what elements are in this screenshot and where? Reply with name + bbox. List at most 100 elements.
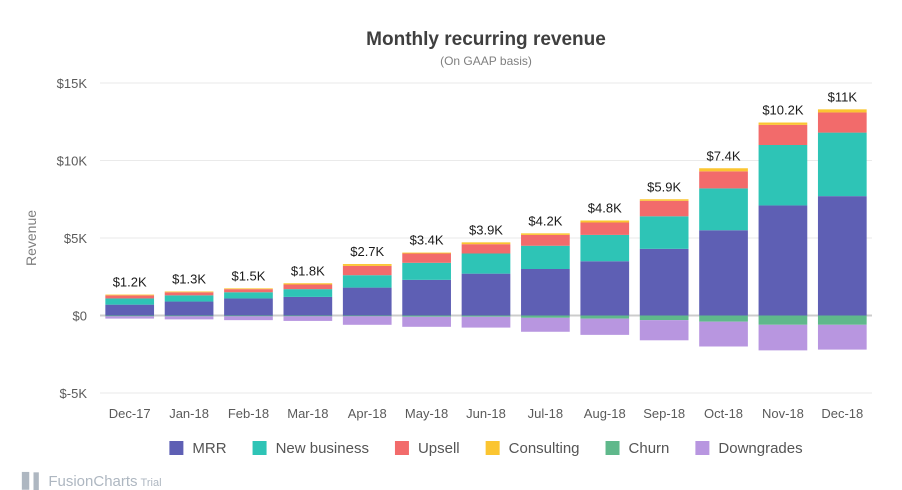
bar-segment[interactable] (580, 318, 630, 335)
total-label: $3.9K (469, 222, 503, 237)
bar-segment[interactable] (283, 315, 333, 317)
bar-segment[interactable] (817, 132, 867, 197)
bar-segment[interactable] (521, 315, 570, 318)
bar-segment[interactable] (283, 296, 333, 316)
bar-segment[interactable] (164, 295, 214, 302)
bar-segment[interactable] (758, 315, 808, 325)
bar-segment[interactable] (283, 316, 333, 321)
bar-segment[interactable] (521, 245, 570, 269)
total-label: $4.2K (528, 213, 562, 228)
x-tick-label: Nov-18 (762, 406, 804, 421)
bar-segment[interactable] (283, 289, 333, 297)
bar-segment[interactable] (402, 315, 451, 317)
legend-item[interactable]: New business (252, 440, 369, 457)
bar-segment[interactable] (164, 315, 214, 317)
bar-segment[interactable] (224, 298, 273, 316)
bar-segment[interactable] (224, 292, 273, 299)
bar-segment[interactable] (342, 265, 392, 276)
bar-segment[interactable] (224, 288, 273, 290)
legend-item[interactable]: Downgrades (695, 440, 803, 457)
bar-segment[interactable] (580, 222, 630, 235)
bar-segment[interactable] (402, 279, 451, 316)
legend-label: Consulting (509, 440, 580, 457)
total-label: $7.4K (707, 148, 741, 163)
bar-segment[interactable] (699, 171, 748, 189)
bar-segment[interactable] (580, 261, 630, 316)
bar-segment[interactable] (105, 316, 155, 319)
grid-lines: $15K $10K $5K $0 $-5K (57, 76, 872, 401)
stacked-bar-chart: Monthly recurring revenue (On GAAP basis… (23, 29, 872, 457)
bar-segment[interactable] (699, 188, 748, 231)
bar-segment[interactable] (521, 234, 570, 246)
bar-segment[interactable] (817, 315, 867, 325)
x-tick-label: Sep-18 (643, 406, 685, 421)
y-axis-label: Revenue (23, 210, 39, 266)
bar-segment[interactable] (758, 324, 808, 351)
bar-segment[interactable] (521, 233, 570, 235)
bar-segment[interactable] (461, 253, 511, 274)
bar-segment[interactable] (164, 292, 214, 296)
bar-segment[interactable] (164, 301, 214, 316)
bar-segment[interactable] (699, 168, 748, 172)
bar-segment[interactable] (699, 321, 748, 347)
bar-segment[interactable] (224, 315, 273, 317)
bar-segment[interactable] (521, 269, 570, 316)
x-tick-label: Jan-18 (169, 406, 209, 421)
bar-segment[interactable] (639, 216, 689, 249)
bar-segment[interactable] (758, 205, 808, 316)
bar-segment[interactable] (461, 316, 511, 328)
bar-segment[interactable] (639, 320, 689, 341)
x-tick-label: Oct-18 (704, 406, 743, 421)
bar-segment[interactable] (164, 291, 214, 293)
x-tick-label: Mar-18 (287, 406, 328, 421)
bar-segment[interactable] (758, 145, 808, 206)
bar-segment[interactable] (580, 220, 630, 223)
bar-segment[interactable] (402, 253, 451, 263)
bar-segment[interactable] (402, 252, 451, 254)
legend-swatch (485, 441, 500, 455)
bar-segment[interactable] (580, 234, 630, 262)
bar-segment[interactable] (283, 283, 333, 285)
bar-segment[interactable] (105, 298, 155, 305)
bar-segment[interactable] (639, 315, 689, 321)
bar-segment[interactable] (164, 316, 214, 320)
x-tick-label: May-18 (405, 406, 448, 421)
bar-segment[interactable] (817, 112, 867, 133)
bar-segment[interactable] (817, 196, 867, 316)
bar-segment[interactable] (758, 124, 808, 145)
bar-segment[interactable] (817, 324, 867, 350)
bar-segment[interactable] (283, 284, 333, 290)
legend-item[interactable]: Upsell (394, 440, 460, 457)
bar-segment[interactable] (105, 295, 155, 299)
bar-segment[interactable] (699, 315, 748, 322)
bar-segment[interactable] (639, 200, 689, 217)
legend-item[interactable]: MRR (169, 440, 227, 457)
legend-item[interactable]: Consulting (485, 440, 580, 457)
bar-segment[interactable] (105, 304, 155, 316)
legend-item[interactable]: Churn (605, 440, 670, 457)
bar-segment[interactable] (402, 316, 451, 327)
bar-segment[interactable] (224, 289, 273, 293)
bar-segment[interactable] (639, 248, 689, 316)
bar-segment[interactable] (342, 275, 392, 288)
bar-segment[interactable] (105, 315, 155, 317)
bar-segment[interactable] (817, 109, 867, 113)
bar-segment[interactable] (342, 315, 392, 317)
bar-segment[interactable] (342, 264, 392, 266)
bar-segment[interactable] (461, 315, 511, 317)
bar-segment[interactable] (342, 316, 392, 325)
bar-segment[interactable] (699, 230, 748, 316)
bar-segment[interactable] (461, 244, 511, 254)
bar-segment[interactable] (402, 262, 451, 280)
bar-segment[interactable] (105, 294, 155, 296)
bar-segment[interactable] (758, 122, 808, 125)
bar-segment[interactable] (461, 242, 511, 245)
bar-segment[interactable] (224, 316, 273, 321)
bar-segment[interactable] (342, 287, 392, 316)
bar-segment[interactable] (639, 199, 689, 201)
legend: MRR New business Upsell Consulting Churn Down… (169, 440, 803, 457)
bar-segment[interactable] (461, 273, 511, 316)
bar-segment[interactable] (521, 317, 570, 332)
y-tick-label: $0 (73, 309, 87, 324)
bar-segment[interactable] (580, 315, 630, 319)
